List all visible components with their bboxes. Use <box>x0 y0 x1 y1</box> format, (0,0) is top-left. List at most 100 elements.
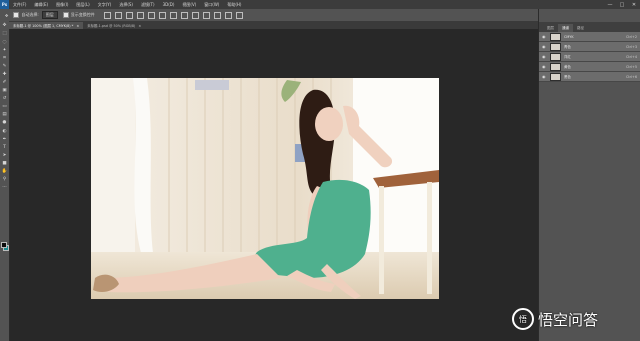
auto-select-dropdown[interactable]: 图层 <box>41 11 58 19</box>
shape-icon[interactable]: ■ <box>1 160 8 167</box>
tab-label: 未标题-1 @ 100% (图层 1, CMYK/8) * <box>13 24 74 28</box>
close-icon[interactable]: × <box>76 24 79 28</box>
minimize-button[interactable]: — <box>604 2 616 8</box>
menu-bar: Ps 文件(F) 编辑(E) 图像(I) 图层(L) 文字(Y) 选择(S) 滤… <box>0 0 640 9</box>
eye-icon[interactable]: ◉ <box>542 44 547 49</box>
channel-thumbnail <box>550 52 561 61</box>
channel-name: CMYK <box>564 34 574 39</box>
menu-file[interactable]: 文件(F) <box>9 2 30 8</box>
menu-image[interactable]: 图像(I) <box>52 2 72 8</box>
healing-icon[interactable]: ✚ <box>1 71 8 78</box>
lasso-icon[interactable]: ◌ <box>1 39 8 46</box>
channel-thumbnail <box>550 72 561 81</box>
foreground-color-swatch[interactable] <box>1 242 7 248</box>
align-bottom-icon[interactable] <box>125 11 133 19</box>
channel-shortcut: Ctrl+6 <box>625 74 637 79</box>
menu-type[interactable]: 文字(Y) <box>94 2 116 8</box>
tab-layers[interactable]: 图层 <box>543 24 558 32</box>
eye-icon[interactable]: ◉ <box>542 34 547 39</box>
channel-row-black[interactable]: ◉ 黑色 Ctrl+6 <box>539 72 640 82</box>
document-tabs: 未标题-1 @ 100% (图层 1, CMYK/8) * × 未标题-1.ps… <box>9 21 538 29</box>
channels-panel-tabs: 图层 通道 路径 <box>539 22 640 32</box>
channel-row-composite[interactable]: ◉ CMYK Ctrl+2 <box>539 32 640 42</box>
menu-select[interactable]: 选择(S) <box>115 2 137 8</box>
document-canvas-image[interactable] <box>91 78 439 299</box>
menu-3d[interactable]: 3D(D) <box>159 2 179 7</box>
move-tool-icon[interactable]: ✥ <box>5 13 8 18</box>
maximize-button[interactable]: □ <box>616 2 628 8</box>
menu-layer[interactable]: 图层(L) <box>72 2 93 8</box>
stamp-icon[interactable]: ▣ <box>1 87 8 94</box>
align-buttons <box>100 11 243 19</box>
distribute-left-icon[interactable] <box>202 11 210 19</box>
more-icon[interactable]: ⋯ <box>1 184 8 191</box>
crop-icon[interactable]: ⌗ <box>1 55 8 62</box>
wukong-logo-icon: 悟 <box>512 308 534 330</box>
tab-document-1[interactable]: 未标题-1 @ 100% (图层 1, CMYK/8) * × <box>9 22 84 29</box>
channel-row-cyan[interactable]: ◉ 青色 Ctrl+3 <box>539 42 640 52</box>
gradient-icon[interactable]: ▤ <box>1 112 8 119</box>
distribute-top-icon[interactable] <box>169 11 177 19</box>
channel-shortcut: Ctrl+5 <box>625 64 637 69</box>
channel-name: 洋红 <box>564 55 571 59</box>
marquee-icon[interactable]: ⬚ <box>1 31 8 38</box>
tab-label: 未标题-1.psd @ 50% (RGB/8) <box>87 24 136 28</box>
eyedropper-icon[interactable]: ✎ <box>1 63 8 70</box>
magic-wand-icon[interactable]: ✦ <box>1 47 8 54</box>
right-panel-dock: 图层 通道 路径 ◉ CMYK Ctrl+2 ◉ 青色 Ctrl+3 ◉ 洋红 … <box>538 9 640 341</box>
photoshop-logo: Ps <box>0 0 9 9</box>
channel-name: 黄色 <box>564 65 571 69</box>
auto-select-label: 自动选择: <box>21 12 39 17</box>
transform-controls-checkbox[interactable] <box>62 12 69 18</box>
eye-icon[interactable]: ◉ <box>542 64 547 69</box>
brush-icon[interactable]: ✐ <box>1 79 8 86</box>
align-center-icon[interactable] <box>147 11 155 19</box>
distribute-center-icon[interactable] <box>213 11 221 19</box>
menu-edit[interactable]: 编辑(E) <box>30 2 52 8</box>
channel-thumbnail <box>550 42 561 51</box>
distribute-right-icon[interactable] <box>224 11 232 19</box>
channel-row-magenta[interactable]: ◉ 洋红 Ctrl+4 <box>539 52 640 62</box>
window-controls: — □ ✕ <box>604 2 640 8</box>
zoom-icon[interactable]: ⚲ <box>1 176 8 183</box>
distribute-middle-icon[interactable] <box>180 11 188 19</box>
auto-select-checkbox[interactable] <box>13 12 20 18</box>
dodge-icon[interactable]: ◐ <box>1 128 8 135</box>
type-icon[interactable]: T <box>1 144 8 151</box>
close-icon[interactable]: × <box>138 24 141 28</box>
distribute-bottom-icon[interactable] <box>191 11 199 19</box>
align-right-icon[interactable] <box>158 11 166 19</box>
align-top-icon[interactable] <box>103 11 111 19</box>
tools-panel: ✥ ⬚ ◌ ✦ ⌗ ✎ ✚ ✐ ▣ ↺ ▭ ▤ ● ◐ ✒ T ➤ ■ ✋ ⚲ … <box>0 21 10 341</box>
eye-icon[interactable]: ◉ <box>542 54 547 59</box>
menu-view[interactable]: 视图(V) <box>178 2 200 8</box>
eraser-icon[interactable]: ▭ <box>1 104 8 111</box>
hand-icon[interactable]: ✋ <box>1 168 8 175</box>
transform-controls-option[interactable]: 显示变换控件 <box>62 12 95 18</box>
path-select-icon[interactable]: ➤ <box>1 152 8 159</box>
pen-icon[interactable]: ✒ <box>1 136 8 143</box>
transform-controls-label: 显示变换控件 <box>70 12 95 17</box>
tab-channels[interactable]: 通道 <box>558 24 573 32</box>
auto-select-option[interactable]: 自动选择: 图层 <box>13 11 58 19</box>
close-window-button[interactable]: ✕ <box>628 2 640 8</box>
channel-shortcut: Ctrl+4 <box>625 54 637 59</box>
channel-name: 黑色 <box>564 75 571 79</box>
menu-filter[interactable]: 滤镜(T) <box>137 2 159 8</box>
channel-shortcut: Ctrl+3 <box>625 44 637 49</box>
watermark-text: 悟空问答 <box>538 310 599 329</box>
auto-align-icon[interactable] <box>235 11 243 19</box>
history-brush-icon[interactable]: ↺ <box>1 95 8 102</box>
channel-row-yellow[interactable]: ◉ 黄色 Ctrl+5 <box>539 62 640 72</box>
channel-thumbnail <box>550 62 561 71</box>
channel-name: 青色 <box>564 45 571 49</box>
menu-window[interactable]: 窗口(W) <box>200 2 223 8</box>
align-middle-icon[interactable] <box>114 11 122 19</box>
eye-icon[interactable]: ◉ <box>542 74 547 79</box>
tab-paths[interactable]: 路径 <box>573 24 588 32</box>
move-icon[interactable]: ✥ <box>1 23 8 30</box>
menu-help[interactable]: 帮助(H) <box>223 2 245 8</box>
align-left-icon[interactable] <box>136 11 144 19</box>
blur-icon[interactable]: ● <box>1 120 8 127</box>
tab-document-2[interactable]: 未标题-1.psd @ 50% (RGB/8) × <box>83 22 145 29</box>
